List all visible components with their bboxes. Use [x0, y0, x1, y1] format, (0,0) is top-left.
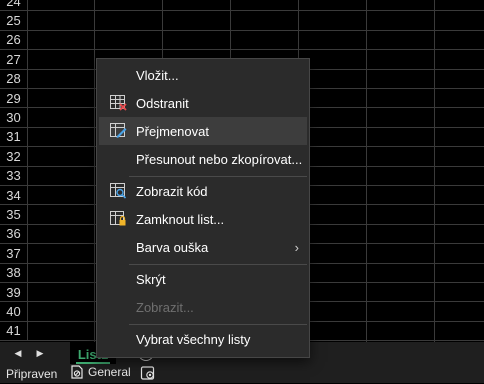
- menu-item-move-or-copy[interactable]: Přesunout nebo zkopírovat...: [99, 145, 307, 173]
- row-number[interactable]: 29: [0, 89, 28, 108]
- status-ready-text: Připraven: [6, 367, 58, 381]
- menu-item-hide[interactable]: Skrýt: [99, 265, 307, 293]
- menu-item-label: Přesunout nebo zkopírovat...: [136, 151, 303, 167]
- chevron-right-icon: ▶: [36, 347, 44, 358]
- menu-item-label: Odstranit: [136, 95, 189, 111]
- menu-item-insert[interactable]: Vložit...: [99, 61, 307, 89]
- row-number[interactable]: 35: [0, 205, 28, 224]
- view-code-icon: [110, 183, 127, 199]
- row-number[interactable]: 36: [0, 224, 28, 244]
- menu-item-label: Zobrazit...: [136, 299, 194, 315]
- rename-sheet-icon: [110, 123, 127, 138]
- menu-item-label: Vložit...: [136, 67, 179, 83]
- sheet-tab-context-menu: Vložit... Odstranit Přejmenovat Přesunou…: [96, 58, 310, 358]
- row-number[interactable]: 24: [0, 0, 28, 11]
- menu-item-unhide-disabled: Zobrazit...: [99, 293, 307, 321]
- row-number[interactable]: 37: [0, 244, 28, 263]
- menu-item-label: Zamknout list...: [136, 211, 225, 227]
- delete-sheet-icon: [110, 95, 127, 111]
- menu-item-label: Barva ouška: [136, 239, 209, 255]
- sheet-row[interactable]: 26: [0, 30, 484, 51]
- menu-item-view-code[interactable]: Zobrazit kód: [99, 177, 307, 205]
- chevron-left-icon: ◀: [14, 347, 22, 358]
- menu-item-select-all-sheets[interactable]: Vybrat všechny listy: [99, 325, 307, 353]
- sensitivity-icon: [71, 365, 83, 379]
- sheet-row[interactable]: 24: [0, 0, 484, 12]
- protect-sheet-icon: [110, 211, 126, 226]
- menu-item-delete[interactable]: Odstranit: [99, 89, 307, 117]
- menu-item-label: Skrýt: [136, 271, 166, 287]
- sensitivity-label: General: [88, 365, 131, 379]
- menu-item-label: Vybrat všechny listy: [136, 331, 251, 347]
- row-number[interactable]: 27: [0, 50, 28, 69]
- status-bar: Připraven General: [0, 364, 484, 383]
- chevron-right-icon: ›: [294, 239, 299, 255]
- accessibility-button[interactable]: [140, 365, 156, 384]
- row-number[interactable]: 25: [0, 11, 28, 30]
- row-number[interactable]: 39: [0, 283, 28, 302]
- menu-item-rename[interactable]: Přejmenovat: [99, 117, 307, 145]
- row-number[interactable]: 41: [0, 321, 28, 341]
- sheet-row[interactable]: 25: [0, 11, 484, 31]
- scroll-tabs-right-button[interactable]: ▶: [32, 342, 48, 364]
- row-number[interactable]: 31: [0, 127, 28, 147]
- menu-item-protect-sheet[interactable]: Zamknout list...: [99, 205, 307, 233]
- sensitivity-label-button[interactable]: General: [70, 365, 131, 379]
- row-number[interactable]: 33: [0, 166, 28, 185]
- row-number[interactable]: 34: [0, 186, 28, 205]
- row-number[interactable]: 30: [0, 108, 28, 127]
- menu-item-label: Přejmenovat: [136, 123, 209, 139]
- scroll-tabs-left-button[interactable]: ◀: [10, 342, 26, 364]
- menu-item-tab-color[interactable]: Barva ouška ›: [99, 233, 307, 261]
- row-number[interactable]: 26: [0, 30, 28, 50]
- row-number[interactable]: 28: [0, 69, 28, 88]
- menu-item-label: Zobrazit kód: [136, 183, 208, 199]
- accessibility-icon: [140, 366, 155, 380]
- row-number[interactable]: 32: [0, 147, 28, 166]
- row-number[interactable]: 38: [0, 263, 28, 282]
- row-number[interactable]: 40: [0, 302, 28, 321]
